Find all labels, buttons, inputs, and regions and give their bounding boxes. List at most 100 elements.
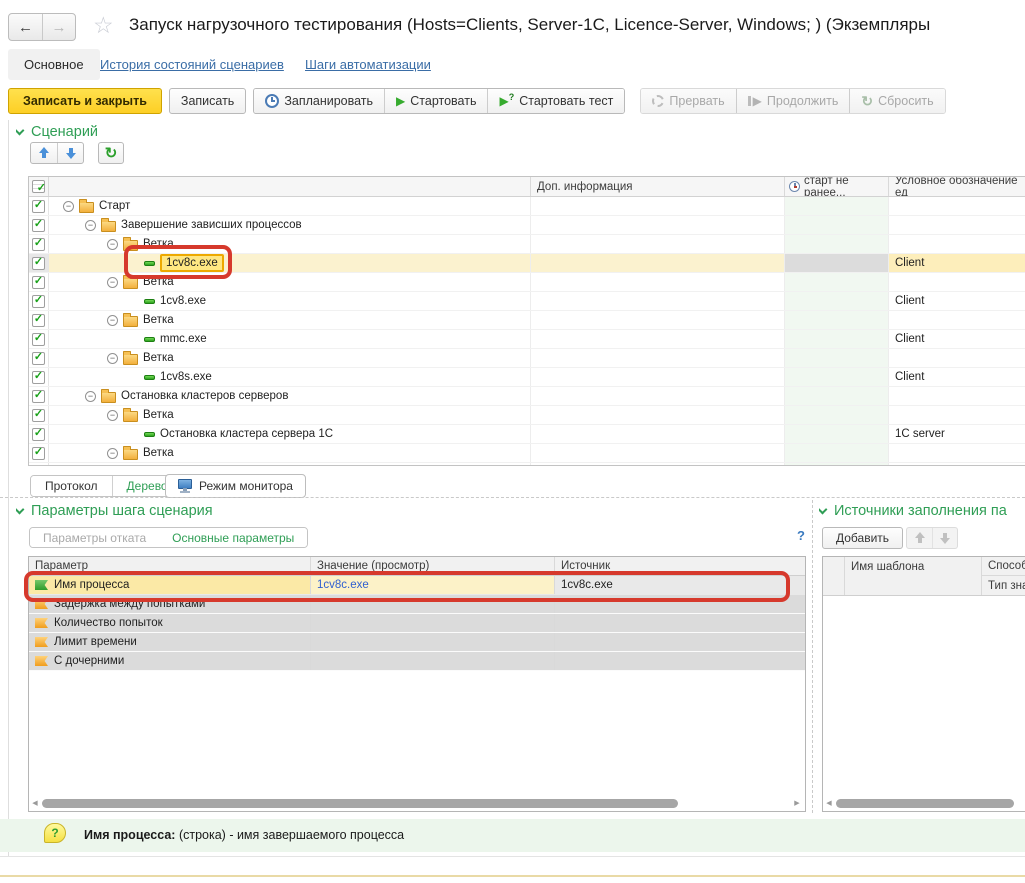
row-checkbox[interactable]: ✓ (32, 314, 45, 327)
value-type-column-header[interactable]: Тип знач (982, 576, 1025, 595)
param-row[interactable]: Лимит времени (29, 633, 805, 652)
row-checkbox[interactable]: ✓ (32, 238, 45, 251)
tree-row[interactable]: ✓ 1cv8.exe Client (29, 292, 1025, 311)
start-not-earlier-column-header[interactable]: старт не ранее... (785, 177, 889, 196)
schedule-button[interactable]: Запланировать (254, 89, 384, 113)
tree-row[interactable]: ✓ Остановка кластера сервера 1С 1C serve… (29, 425, 1025, 444)
tree-row[interactable]: ✓ −Ветка (29, 349, 1025, 368)
horizontal-splitter[interactable] (0, 497, 1025, 498)
forward-button[interactable]: → (42, 14, 75, 40)
favorite-star-icon[interactable]: ☆ (93, 12, 114, 39)
value-column-header[interactable]: Значение (просмотр) (311, 557, 555, 575)
main-toolbar: Записать и закрыть Записать Запланироват… (8, 88, 946, 114)
param-row-selected[interactable]: Имя процесса 1cv8c.exe 1cv8c.exe (29, 576, 805, 595)
row-checkbox[interactable]: ✓ (32, 390, 45, 403)
tab-history[interactable]: История состояний сценариев (100, 57, 284, 72)
start-test-button[interactable]: ▶?Стартовать тест (487, 89, 624, 113)
fill-sources-section-header[interactable]: Источники заполнения па (819, 503, 1025, 519)
collapse-icon[interactable]: − (63, 201, 74, 212)
collapse-icon[interactable]: − (85, 220, 96, 231)
params-hscrollbar[interactable]: ◀ ▶ (31, 796, 801, 810)
tab-main-params[interactable]: Основные параметры (159, 528, 307, 547)
scroll-thumb[interactable] (836, 799, 1014, 808)
play-icon: ▶ (396, 95, 405, 107)
collapse-icon[interactable]: − (107, 315, 118, 326)
row-checkbox[interactable]: ✓ (32, 409, 45, 422)
scroll-track[interactable] (836, 798, 1025, 809)
row-checkbox[interactable]: ✓ (32, 333, 45, 346)
collapse-icon[interactable]: − (107, 448, 118, 459)
save-button[interactable]: Записать (169, 88, 246, 114)
monitor-mode-button[interactable]: Режим монитора (165, 474, 306, 498)
collapse-icon[interactable]: − (107, 239, 118, 250)
fill-sources-section-title: Источники заполнения па (834, 503, 1007, 519)
tree-row[interactable]: ✓ 1cv8s.exe Client (29, 368, 1025, 387)
row-checkbox[interactable]: ✓ (32, 295, 45, 308)
params-tabs-group: Параметры отката Основные параметры (29, 527, 308, 548)
add-button[interactable]: Добавить (822, 527, 903, 549)
param-row[interactable]: Задержка между попытками (29, 595, 805, 614)
row-checkbox[interactable]: ✓ (32, 276, 45, 289)
start-test-label: Стартовать тест (519, 94, 613, 108)
row-checkbox[interactable]: ✓ (32, 352, 45, 365)
select-all-cell[interactable]: ✓ (29, 177, 49, 196)
continue-button: ▶Продолжить (736, 89, 850, 113)
save-and-close-button[interactable]: Записать и закрыть (8, 88, 162, 114)
row-checkbox[interactable]: ✓ (32, 447, 45, 460)
step-params-section-header[interactable]: Параметры шага сценария (16, 503, 213, 519)
param-column-header[interactable]: Параметр (29, 557, 311, 575)
extra-info-column-header[interactable]: Доп. информация (531, 177, 785, 196)
sources-hscrollbar[interactable]: ◀ (825, 796, 1025, 810)
sources-marker-column (823, 557, 845, 595)
row-checkbox[interactable]: ✓ (32, 371, 45, 384)
tree-row[interactable]: ✓ −Ветка (29, 406, 1025, 425)
collapse-icon[interactable]: − (107, 353, 118, 364)
param-row[interactable]: Количество попыток (29, 614, 805, 633)
tree-column-header[interactable] (49, 177, 531, 196)
start-button[interactable]: ▶Стартовать (384, 89, 487, 113)
conditional-unit-value: Client (889, 254, 1025, 272)
tab-main[interactable]: Основное (8, 49, 100, 80)
tree-row[interactable]: ✓ mmc.exe Client (29, 330, 1025, 349)
collapse-icon[interactable]: − (107, 277, 118, 288)
refresh-button[interactable]: ↻ (98, 142, 124, 164)
row-checkbox[interactable]: ✓ (32, 257, 45, 270)
flag-orange-icon (35, 599, 48, 609)
conditional-unit-column-header[interactable]: Условное обозначение ед (889, 177, 1025, 196)
fill-method-column-header[interactable]: Способ з (982, 557, 1025, 576)
scenario-section-header[interactable]: Сценарий (16, 124, 98, 140)
tree-row[interactable]: ✓ −Старт (29, 197, 1025, 216)
tree-row-selected[interactable]: ✓ 1cv8c.exe Client (29, 254, 1025, 273)
scroll-left-icon[interactable]: ◀ (31, 800, 39, 807)
tab-automation[interactable]: Шаги автоматизации (305, 57, 431, 72)
back-button[interactable]: ← (9, 14, 42, 40)
row-checkbox[interactable]: ✓ (32, 219, 45, 232)
tree-row[interactable]: ✓ −Остановка кластеров серверов (29, 387, 1025, 406)
scroll-thumb[interactable] (42, 799, 678, 808)
scroll-track[interactable] (42, 798, 790, 809)
view-protocol-button[interactable]: Протокол (31, 476, 112, 496)
source-column-header[interactable]: Источник (555, 557, 805, 575)
scroll-right-icon[interactable]: ▶ (793, 800, 801, 807)
help-icon[interactable]: ? (797, 528, 805, 543)
move-up-button[interactable] (31, 143, 57, 163)
chevron-down-icon (16, 504, 24, 514)
tree-row[interactable]: ✓ −Ветка (29, 235, 1025, 254)
scroll-left-icon[interactable]: ◀ (825, 800, 833, 807)
tree-row[interactable]: ✓ −Ветка (29, 311, 1025, 330)
collapse-icon[interactable]: − (85, 391, 96, 402)
template-name-column-header[interactable]: Имя шаблона (845, 557, 982, 595)
collapse-icon[interactable]: − (107, 410, 118, 421)
param-row[interactable]: С дочерними (29, 652, 805, 671)
vertical-splitter[interactable] (812, 500, 813, 813)
row-checkbox[interactable]: ✓ (32, 200, 45, 213)
flag-green-icon (35, 580, 48, 590)
move-down-button[interactable] (57, 143, 83, 163)
tree-row[interactable]: ✓ −Ветка (29, 444, 1025, 463)
check-icon: ✓ (34, 219, 43, 230)
row-checkbox[interactable]: ✓ (32, 428, 45, 441)
param-source: 1cv8c.exe (555, 576, 805, 594)
tree-row[interactable]: ✓ −Завершение зависших процессов (29, 216, 1025, 235)
conditional-unit-value: Client (889, 368, 1025, 386)
tree-row[interactable]: ✓ −Ветка (29, 273, 1025, 292)
